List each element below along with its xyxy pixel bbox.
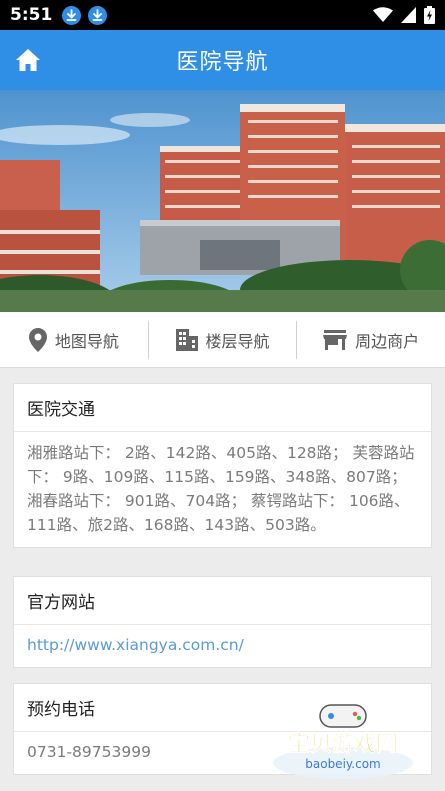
home-button[interactable] bbox=[12, 44, 44, 76]
building-icon bbox=[175, 328, 198, 351]
app-bar: 医院导航 bbox=[0, 30, 445, 90]
map-pin-icon bbox=[28, 327, 47, 352]
floor-nav-label: 楼层导航 bbox=[205, 331, 270, 351]
website-card: 官方网站 http://www.xiangya.com.cn/ bbox=[13, 576, 432, 668]
watermark-brand: 宝贝游戏网 bbox=[288, 731, 398, 757]
wifi-icon bbox=[373, 7, 393, 22]
nearby-shops-button[interactable]: 周边商户 bbox=[297, 312, 445, 367]
hospital-photo bbox=[0, 90, 445, 312]
map-nav-label: 地图导航 bbox=[54, 331, 119, 351]
status-icons bbox=[373, 6, 435, 24]
floor-nav-button[interactable]: 楼层导航 bbox=[149, 312, 297, 367]
website-link[interactable]: http://www.xiangya.com.cn/ bbox=[14, 625, 431, 667]
download-notification-icon bbox=[62, 5, 82, 25]
status-time: 5:51 bbox=[10, 5, 53, 25]
map-nav-button[interactable]: 地图导航 bbox=[0, 312, 148, 367]
nearby-shops-label: 周边商户 bbox=[355, 331, 420, 351]
nav-row: 地图导航 楼层导航 周边商户 bbox=[0, 312, 445, 368]
download-notification-icon-2 bbox=[88, 5, 108, 25]
watermark-domain: baobeiy.com bbox=[305, 757, 380, 771]
status-bar: 5:51 bbox=[0, 0, 445, 30]
store-icon bbox=[323, 329, 348, 350]
transport-card: 医院交通 湘雅路站下： 2路、142路、405路、128路； 芙蓉路站下： 9路… bbox=[13, 383, 432, 548]
gamepad-icon bbox=[319, 704, 367, 728]
battery-icon bbox=[424, 6, 435, 24]
home-icon bbox=[16, 49, 40, 71]
website-title: 官方网站 bbox=[14, 577, 431, 625]
page-title: 医院导航 bbox=[176, 50, 269, 75]
transport-title: 医院交通 bbox=[14, 384, 431, 432]
watermark-logo: 宝贝游戏网 baobeiy.com bbox=[268, 703, 418, 781]
signal-icon bbox=[401, 7, 416, 23]
transport-body: 湘雅路站下： 2路、142路、405路、128路； 芙蓉路站下： 9路、109路… bbox=[27, 444, 415, 534]
